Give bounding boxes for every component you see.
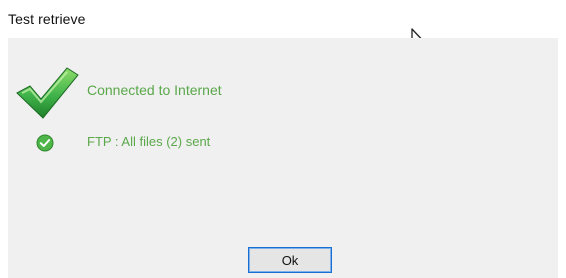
connection-status: Connected to Internet [87, 82, 222, 98]
dialog-window: Test retrieve Connected to Internet FTP … [0, 0, 566, 278]
dialog-title: Test retrieve [8, 11, 86, 27]
ok-button[interactable]: Ok [248, 247, 332, 273]
ok-button-label: Ok [281, 252, 299, 268]
check-icon [14, 62, 80, 122]
ftp-status: FTP : All files (2) sent [87, 134, 211, 149]
title-bar: Test retrieve [0, 0, 566, 55]
success-check-circle-icon [36, 134, 54, 152]
dialog-content: Connected to Internet FTP : All files (2… [8, 38, 558, 278]
